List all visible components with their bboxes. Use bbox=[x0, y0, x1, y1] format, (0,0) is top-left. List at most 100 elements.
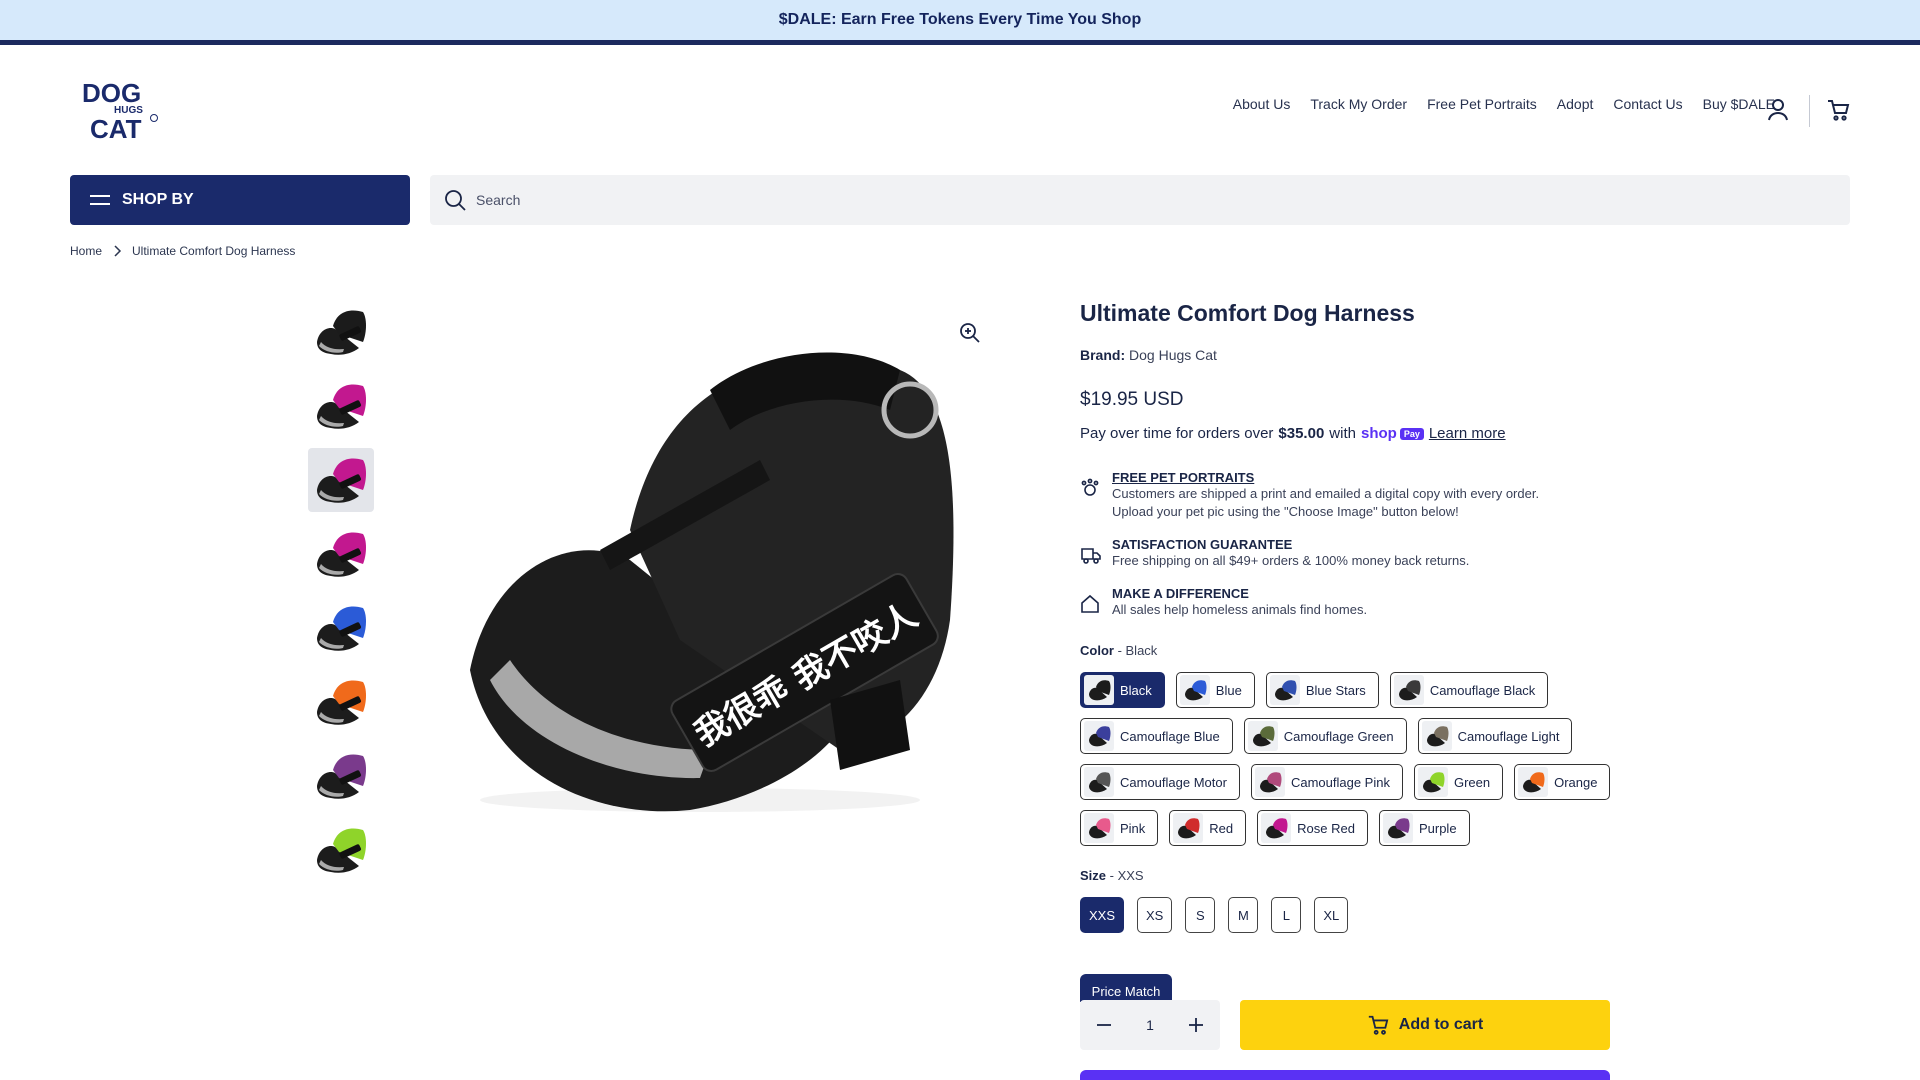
nav-divider bbox=[1809, 95, 1810, 127]
color-swatch-label: Camouflage Pink bbox=[1290, 774, 1390, 790]
color-swatch[interactable]: Orange bbox=[1514, 764, 1611, 800]
color-label: Color bbox=[1080, 643, 1114, 658]
nav-contact-us[interactable]: Contact Us bbox=[1613, 96, 1682, 112]
thumbnail-image[interactable] bbox=[308, 300, 374, 364]
quantity-increase-button[interactable] bbox=[1184, 1013, 1208, 1037]
brand-value[interactable]: Dog Hugs Cat bbox=[1129, 347, 1217, 363]
search-bar bbox=[430, 175, 1850, 225]
color-swatch-label: Pink bbox=[1120, 820, 1146, 836]
swatch-thumbnail bbox=[1382, 813, 1413, 843]
price-match-tab[interactable]: Price Match bbox=[1080, 974, 1172, 1002]
pay-with: with bbox=[1329, 425, 1356, 442]
shop-by-button[interactable]: SHOP BY bbox=[70, 175, 410, 225]
size-label: Size bbox=[1080, 868, 1107, 883]
add-to-cart-button[interactable]: Add to cart bbox=[1240, 1000, 1610, 1050]
store-logo[interactable]: DOG HUGS CAT bbox=[80, 78, 162, 144]
color-swatch[interactable]: Camouflage Light bbox=[1417, 718, 1573, 754]
thumbnail-image[interactable] bbox=[308, 374, 374, 438]
color-swatch[interactable]: Camouflage Pink bbox=[1250, 764, 1403, 800]
color-swatch-label: Camouflage Light bbox=[1457, 728, 1560, 744]
color-swatch[interactable]: Blue Stars bbox=[1265, 672, 1379, 708]
feature-heading[interactable]: FREE PET PORTRAITS bbox=[1112, 470, 1539, 485]
size-option-button[interactable]: L bbox=[1271, 897, 1302, 933]
logo-text-dog: DOG bbox=[82, 78, 141, 108]
learn-more-link[interactable]: Learn more bbox=[1429, 425, 1506, 442]
color-option-label: Color - Black bbox=[1080, 643, 1158, 658]
feature-text: Upload your pet pic using the "Choose Im… bbox=[1112, 504, 1459, 519]
thumbnail-image[interactable] bbox=[308, 818, 374, 882]
shop-by-label: SHOP BY bbox=[122, 191, 194, 208]
minus-icon bbox=[1097, 1024, 1111, 1026]
zoom-icon[interactable] bbox=[955, 318, 985, 348]
feature-list: FREE PET PORTRAITS Customers are shipped… bbox=[1080, 470, 1620, 619]
add-to-cart-label: Add to cart bbox=[1398, 1016, 1484, 1033]
feature-satisfaction-guarantee: SATISFACTION GUARANTEE Free shipping on … bbox=[1080, 537, 1620, 570]
color-swatch[interactable]: Camouflage Motor bbox=[1080, 764, 1240, 800]
color-swatch[interactable]: Blue bbox=[1175, 672, 1255, 708]
account-icon[interactable] bbox=[1764, 96, 1792, 124]
plus-icon bbox=[1189, 1018, 1203, 1032]
color-swatch[interactable]: Black bbox=[1080, 672, 1165, 708]
color-swatch[interactable]: Camouflage Black bbox=[1389, 672, 1549, 708]
chevron-right-icon bbox=[114, 245, 122, 257]
main-product-image[interactable]: 我很乖 我不咬人 bbox=[430, 330, 970, 830]
color-swatch[interactable]: Camouflage Blue bbox=[1080, 718, 1233, 754]
search-input[interactable] bbox=[476, 192, 1776, 208]
color-swatch-label: Purple bbox=[1418, 820, 1457, 836]
feature-heading: SATISFACTION GUARANTEE bbox=[1112, 537, 1293, 552]
color-swatch-label: Camouflage Motor bbox=[1120, 774, 1227, 790]
swatch-thumbnail bbox=[1518, 767, 1549, 797]
announcement-divider bbox=[0, 40, 1920, 45]
size-option-button[interactable]: XS bbox=[1137, 897, 1173, 933]
color-swatch[interactable]: Purple bbox=[1378, 810, 1470, 846]
color-swatch[interactable]: Green bbox=[1413, 764, 1504, 800]
swatch-thumbnail bbox=[1173, 813, 1204, 843]
color-swatch-label: Camouflage Green bbox=[1283, 728, 1394, 744]
nav-about-us[interactable]: About Us bbox=[1233, 96, 1291, 112]
quantity-input[interactable] bbox=[1130, 1017, 1170, 1033]
product-title: Ultimate Comfort Dog Harness bbox=[1080, 300, 1415, 326]
nav-track-my-order[interactable]: Track My Order bbox=[1310, 96, 1407, 112]
swatch-thumbnail bbox=[1084, 813, 1114, 843]
swatch-thumbnail bbox=[1417, 767, 1448, 797]
color-swatch[interactable]: Red bbox=[1169, 810, 1247, 846]
thumbnail-image[interactable] bbox=[308, 744, 374, 808]
swatch-thumbnail bbox=[1179, 675, 1210, 705]
size-option-button[interactable]: XXS bbox=[1080, 897, 1125, 933]
nav-adopt[interactable]: Adopt bbox=[1557, 96, 1594, 112]
product-brand: Brand: Dog Hugs Cat bbox=[1080, 347, 1620, 363]
size-option-button[interactable]: S bbox=[1185, 897, 1216, 933]
search-icon[interactable] bbox=[444, 189, 466, 211]
buy-with-shop-pay-button[interactable] bbox=[1080, 1070, 1610, 1080]
color-swatch-label: Black bbox=[1120, 682, 1152, 698]
breadcrumb: Home Ultimate Comfort Dog Harness bbox=[70, 244, 295, 258]
color-swatch[interactable]: Camouflage Green bbox=[1243, 718, 1407, 754]
breadcrumb-home[interactable]: Home bbox=[70, 244, 102, 258]
cart-icon[interactable] bbox=[1824, 96, 1852, 124]
size-option-button[interactable]: M bbox=[1228, 897, 1259, 933]
size-option-button[interactable]: XL bbox=[1314, 897, 1349, 933]
thumbnail-image[interactable] bbox=[308, 596, 374, 660]
thumbnail-image[interactable] bbox=[308, 522, 374, 586]
shop-pay-text: shop bbox=[1360, 425, 1397, 442]
swatch-thumbnail bbox=[1084, 675, 1114, 705]
thumbnail-image[interactable] bbox=[308, 670, 374, 734]
logo-text-cat: CAT bbox=[90, 114, 142, 142]
home-icon bbox=[1080, 586, 1104, 619]
swatch-thumbnail bbox=[1084, 767, 1114, 797]
quantity-decrease-button[interactable] bbox=[1092, 1013, 1116, 1037]
color-swatches: Black Blue Blue Stars Camouflage Black Camou… bbox=[1080, 672, 1620, 846]
color-swatch[interactable]: Rose Red bbox=[1257, 810, 1368, 846]
swatch-thumbnail bbox=[1261, 813, 1292, 843]
announcement-bar: $DALE: Earn Free Tokens Every Time You S… bbox=[0, 0, 1920, 40]
color-swatch-label: Blue bbox=[1215, 682, 1242, 698]
menu-icon bbox=[90, 195, 110, 205]
thumbnail-image[interactable] bbox=[308, 448, 374, 512]
color-swatch[interactable]: Pink bbox=[1080, 810, 1159, 846]
color-swatch-label: Green bbox=[1453, 774, 1491, 790]
color-swatch-label: Blue Stars bbox=[1305, 682, 1366, 698]
feature-make-a-difference: MAKE A DIFFERENCE All sales help homeles… bbox=[1080, 586, 1620, 619]
nav-free-pet-portraits[interactable]: Free Pet Portraits bbox=[1427, 96, 1537, 112]
announcement-text: $DALE: Earn Free Tokens Every Time You S… bbox=[778, 11, 1142, 28]
color-swatch-label: Camouflage Black bbox=[1429, 682, 1536, 698]
